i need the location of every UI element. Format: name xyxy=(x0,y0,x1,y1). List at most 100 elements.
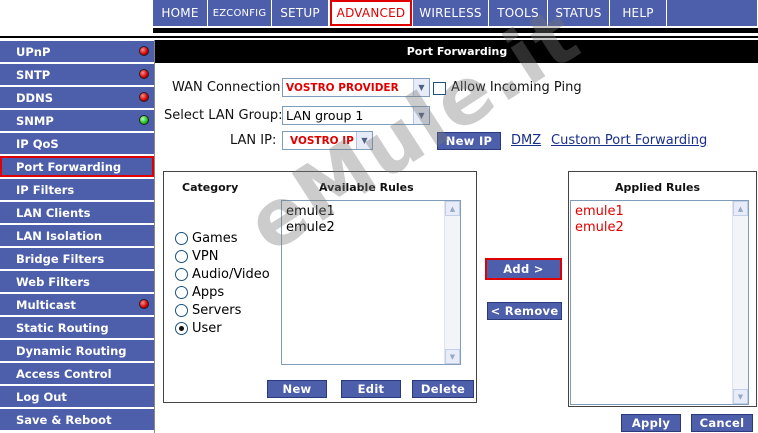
sidebar-item-snmp[interactable]: SNMP xyxy=(0,110,154,131)
status-led-red-icon xyxy=(139,69,149,79)
sidebar-item-dynamic-routing[interactable]: Dynamic Routing xyxy=(0,340,154,361)
sidebar-item-label: Save & Reboot xyxy=(16,412,112,427)
scroll-up-icon[interactable]: ▲ xyxy=(733,201,748,216)
category-label: User xyxy=(192,321,222,336)
lan-group-value: LAN group 1 xyxy=(286,108,364,123)
available-rules-list[interactable]: emule1 emule2 ▲ ▼ xyxy=(281,200,461,365)
sidebar-item-label: Port Forwarding xyxy=(16,159,122,174)
category-label: Apps xyxy=(192,285,225,300)
list-item[interactable]: emule2 xyxy=(571,220,748,236)
applied-rules-box: Applied Rules emule1 emule2 ▲ ▼ xyxy=(568,171,757,407)
sidebar-item-label: IP QoS xyxy=(16,136,59,151)
allow-ping-checkbox[interactable] xyxy=(433,82,446,95)
sidebar-item-label: DDNS xyxy=(16,90,53,105)
wan-connection-select[interactable]: VOSTRO PROVIDER ▼ xyxy=(282,78,430,97)
category-user[interactable]: User xyxy=(175,321,222,336)
new-ip-button[interactable]: New IP xyxy=(437,132,501,150)
category-label: Audio/Video xyxy=(192,267,270,282)
radio-button-selected[interactable] xyxy=(175,322,188,335)
scrollbar[interactable]: ▲ ▼ xyxy=(732,201,748,404)
tab-ezconfig[interactable]: EZCONFIG xyxy=(208,0,272,26)
new-rule-button[interactable]: New xyxy=(267,380,327,398)
available-rules-header: Available Rules xyxy=(319,181,414,194)
category-apps[interactable]: Apps xyxy=(175,285,224,300)
lan-ip-label: LAN IP: xyxy=(230,133,277,148)
sidebar-item-lan-isolation[interactable]: LAN Isolation xyxy=(0,225,154,246)
sidebar-item-upnp[interactable]: UPnP xyxy=(0,41,154,62)
sidebar-item-label: LAN Isolation xyxy=(16,228,103,243)
status-led-red-icon xyxy=(139,299,149,309)
add-rule-button[interactable]: Add > xyxy=(485,258,562,280)
sidebar-item-ip-filters[interactable]: IP Filters xyxy=(0,179,154,200)
radio-button[interactable] xyxy=(175,250,188,263)
tab-tools[interactable]: TOOLS xyxy=(489,0,548,26)
sidebar-item-label: IP Filters xyxy=(16,182,75,197)
sidebar-item-label: Access Control xyxy=(16,366,112,381)
status-led-red-icon xyxy=(139,46,149,56)
cancel-button[interactable]: Cancel xyxy=(691,414,753,432)
tab-setup[interactable]: SETUP xyxy=(272,0,329,26)
dmz-link[interactable]: DMZ xyxy=(511,133,541,148)
scrollbar[interactable]: ▲ ▼ xyxy=(444,201,460,364)
radio-button[interactable] xyxy=(175,232,188,245)
sidebar-item-label: Web Filters xyxy=(16,274,90,289)
category-games[interactable]: Games xyxy=(175,231,237,246)
list-item[interactable]: emule1 xyxy=(571,204,748,220)
sidebar-item-label: Static Routing xyxy=(16,320,109,335)
sidebar-item-ip-qos[interactable]: IP QoS xyxy=(0,133,154,154)
list-item[interactable]: emule2 xyxy=(282,220,460,236)
sidebar-item-lan-clients[interactable]: LAN Clients xyxy=(0,202,154,223)
sidebar-item-label: SNTP xyxy=(16,67,51,82)
sidebar-item-save-reboot[interactable]: Save & Reboot xyxy=(0,409,154,430)
page-title: Port Forwarding xyxy=(155,40,758,63)
apply-button[interactable]: Apply xyxy=(621,414,681,432)
applied-rules-header: Applied Rules xyxy=(615,181,701,194)
edit-rule-button[interactable]: Edit xyxy=(341,380,401,398)
nav-divider xyxy=(153,28,758,33)
category-audio-video[interactable]: Audio/Video xyxy=(175,267,270,282)
tab-blank xyxy=(667,0,758,26)
sidebar-item-label: Bridge Filters xyxy=(16,251,105,266)
sidebar-item-label: Multicast xyxy=(16,297,76,312)
category-label: Games xyxy=(192,231,238,246)
scroll-up-icon[interactable]: ▲ xyxy=(445,201,460,216)
category-label: Servers xyxy=(192,303,242,318)
lan-group-select[interactable]: LAN group 1 ▼ xyxy=(282,106,430,125)
tab-home[interactable]: HOME xyxy=(153,0,208,26)
radio-button[interactable] xyxy=(175,286,188,299)
category-vpn[interactable]: VPN xyxy=(175,249,218,264)
tab-wireless[interactable]: WIRELESS xyxy=(413,0,489,26)
custom-port-forwarding-link[interactable]: Custom Port Forwarding xyxy=(551,133,707,148)
scroll-down-icon[interactable]: ▼ xyxy=(733,389,748,404)
delete-rule-button[interactable]: Delete xyxy=(412,380,474,398)
lan-group-label: Select LAN Group: xyxy=(164,108,283,123)
list-item[interactable]: emule1 xyxy=(282,204,460,220)
nav-divider-lower xyxy=(0,36,758,38)
category-servers[interactable]: Servers xyxy=(175,303,241,318)
tab-status[interactable]: STATUS xyxy=(548,0,610,26)
applied-rules-list[interactable]: emule1 emule2 ▲ ▼ xyxy=(570,200,749,405)
sidebar-item-static-routing[interactable]: Static Routing xyxy=(0,317,154,338)
sidebar-item-log-out[interactable]: Log Out xyxy=(0,386,154,407)
lan-ip-select[interactable]: VOSTRO IP ▼ xyxy=(282,131,373,150)
scroll-down-icon[interactable]: ▼ xyxy=(445,349,460,364)
remove-rule-button[interactable]: < Remove xyxy=(487,302,562,320)
radio-button[interactable] xyxy=(175,304,188,317)
sidebar-item-ddns[interactable]: DDNS xyxy=(0,87,154,108)
sidebar-item-label: UPnP xyxy=(16,44,51,59)
top-navigation: HOME EZCONFIG SETUP ADVANCED WIRELESS TO… xyxy=(153,0,758,28)
allow-ping-label: Allow Incoming Ping xyxy=(451,80,582,95)
lan-ip-value: VOSTRO IP xyxy=(290,134,354,147)
tab-help[interactable]: HELP xyxy=(610,0,667,26)
sidebar-item-multicast[interactable]: Multicast xyxy=(0,294,154,315)
sidebar-item-port-forwarding[interactable]: Port Forwarding xyxy=(0,156,154,177)
sidebar-item-sntp[interactable]: SNTP xyxy=(0,64,154,85)
sidebar-item-label: SNMP xyxy=(16,113,54,128)
sidebar-item-access-control[interactable]: Access Control xyxy=(0,363,154,384)
main-panel: Port Forwarding WAN Connection: VOSTRO P… xyxy=(154,40,758,433)
tab-advanced[interactable]: ADVANCED xyxy=(330,0,412,26)
category-header: Category xyxy=(182,181,239,194)
radio-button[interactable] xyxy=(175,268,188,281)
sidebar-item-web-filters[interactable]: Web Filters xyxy=(0,271,154,292)
sidebar-item-bridge-filters[interactable]: Bridge Filters xyxy=(0,248,154,269)
